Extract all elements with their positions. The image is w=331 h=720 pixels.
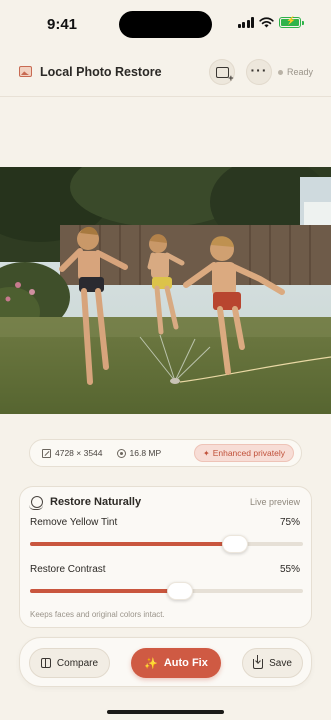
sparkle-icon: ✦ [203,448,210,458]
dynamic-island [119,11,212,38]
slider-fill [30,589,181,593]
cellular-signal-icon [237,17,254,28]
save-label: Save [269,657,292,669]
slider-value-yellow-tint: 75% [279,517,300,528]
app-title: Local Photo Restore [40,65,162,79]
battery-icon: ⚡ [279,16,304,28]
status-time: 9:41 [47,16,78,33]
slider-label-contrast: Restore Contrast [30,564,106,575]
status-bar: 9:41 ⚡ [0,0,331,48]
dimensions-chip: 4728 × 3544 [42,448,103,458]
slider-thumb[interactable] [221,535,248,553]
restore-title: Restore Naturally [50,496,142,508]
slider-thumb[interactable] [167,582,194,600]
wifi-icon [259,17,274,28]
auto-fix-button[interactable]: ✨ Auto Fix [131,648,221,678]
restore-hint: Keeps faces and original colors intact. [30,610,165,619]
resize-icon [42,448,51,458]
add-photo-icon [215,66,234,83]
compare-icon [40,658,51,668]
auto-fix-label: Auto Fix [163,657,208,669]
add-photo-button[interactable] [209,59,235,85]
action-bar: Compare ✨ Auto Fix Save [19,637,312,687]
slider-fill [30,542,235,546]
more-icon: ··· [250,61,268,78]
save-button[interactable]: Save [242,648,303,678]
magic-wand-icon: ✨ [144,657,158,670]
home-indicator [107,710,224,714]
status-label: Ready [287,67,314,77]
privacy-badge-text: Enhanced privately [212,448,285,458]
photo-meta-bar: 4728 × 3544 16.8 MP ✦ Enhanced privately [29,439,302,467]
privacy-badge: ✦ Enhanced privately [194,444,294,462]
yellow-tint-slider[interactable] [30,535,303,553]
compare-button[interactable]: Compare [29,648,110,678]
megapixels-chip: 16.8 MP [116,448,162,458]
header-divider [0,96,331,97]
camera-lens-icon [116,448,126,458]
contrast-slider[interactable] [30,582,303,600]
megapixels-text: 16.8 MP [129,448,162,458]
restore-card: Restore Naturally Live preview Remove Ye… [19,486,312,628]
photo-preview[interactable] [0,167,331,414]
status-icons: ⚡ [237,16,304,28]
live-preview-label: Live preview [249,497,300,507]
slider-value-contrast: 55% [279,564,300,575]
download-icon [253,655,264,669]
photo-icon [19,66,32,77]
status-indicator: Ready [278,67,313,77]
dimensions-text: 4728 × 3544 [55,448,103,458]
slider-label-yellow-tint: Remove Yellow Tint [30,517,118,528]
more-button[interactable]: ··· [246,59,272,85]
app-header: Local Photo Restore ··· Ready [0,55,331,89]
face-icon [29,496,43,510]
status-dot [278,69,283,75]
compare-label: Compare [56,657,99,669]
